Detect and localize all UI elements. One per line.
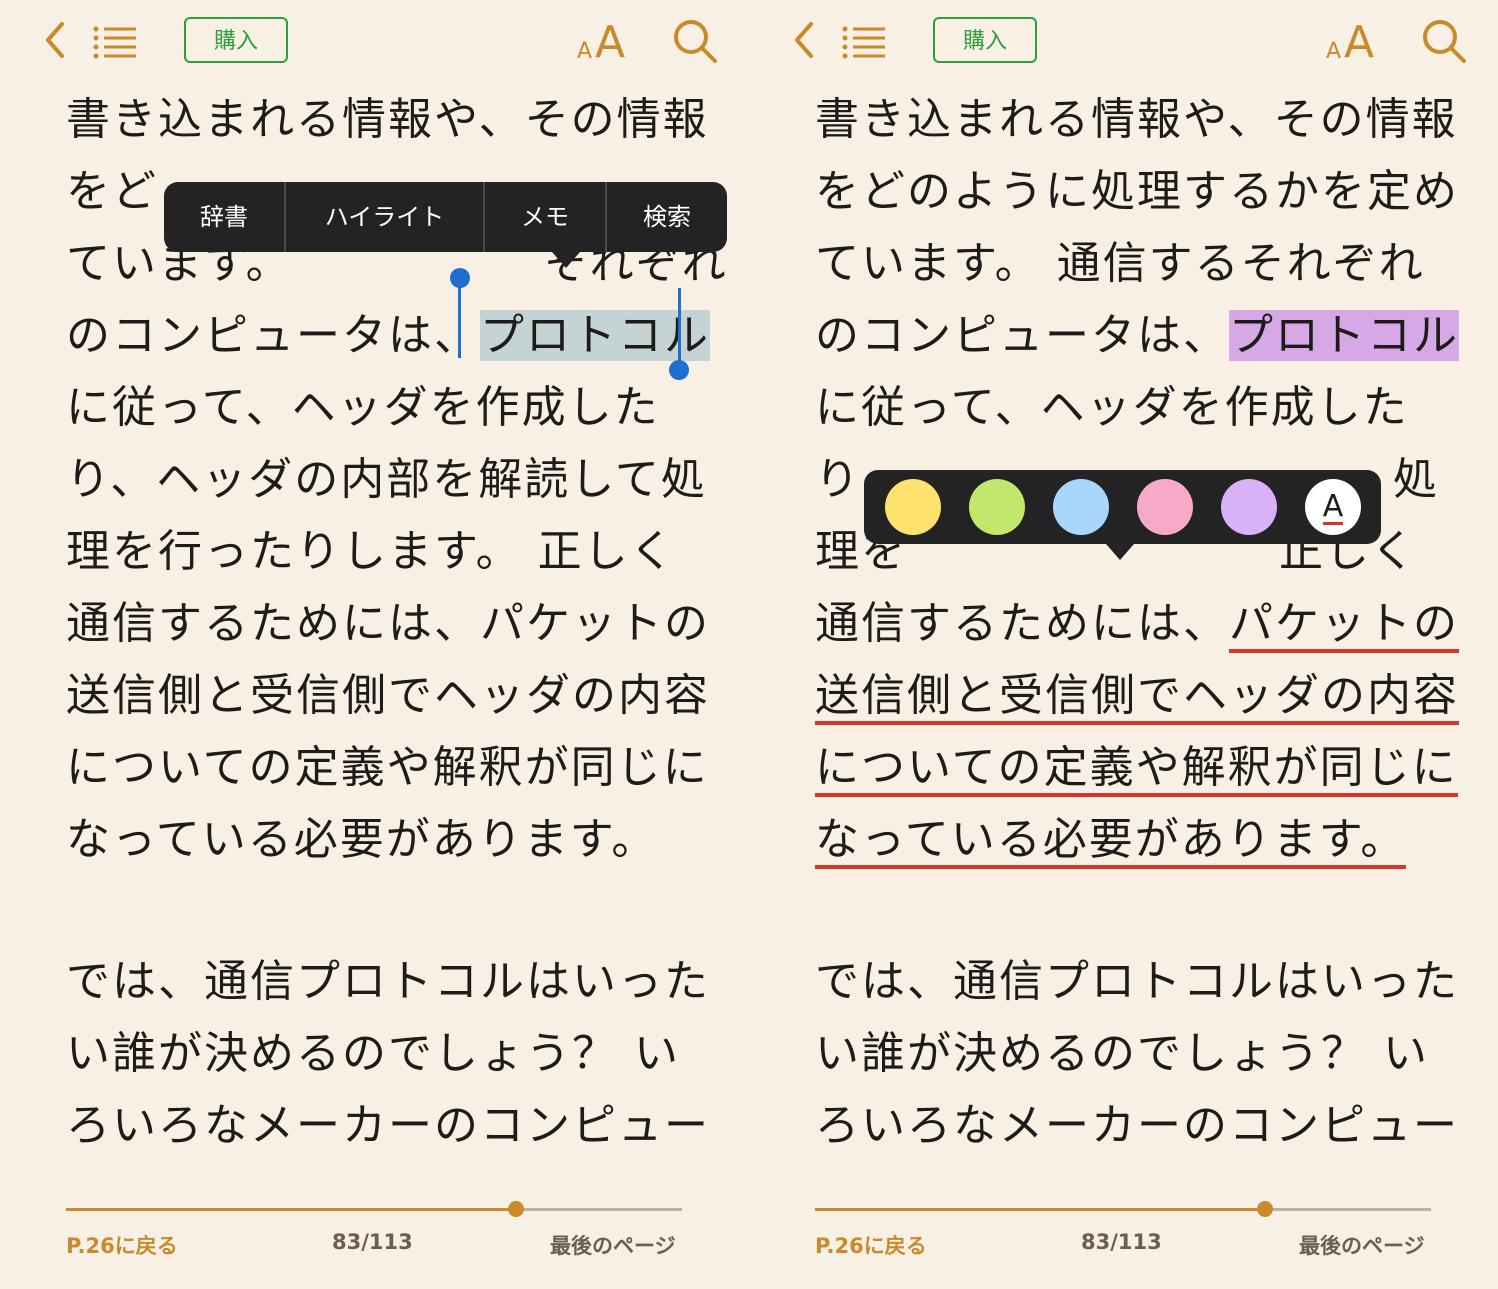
right-pane: 購入 A A 書き込まれる情報や、その情報 をどのように処理するかを定め ていま…: [749, 0, 1498, 1289]
underlined-text[interactable]: についての定義や解釈が同じに: [815, 742, 1458, 797]
selection-end-bar: [678, 288, 681, 362]
progress-fill: [66, 1208, 516, 1211]
font-small-glyph: A: [1326, 39, 1342, 64]
highlight-color-palette: A: [864, 470, 1381, 544]
page-indicator: 83/113: [1081, 1230, 1162, 1254]
text-line: ろいろなメーカーのコンピュー: [815, 1100, 1459, 1151]
highlighted-text[interactable]: プロトコル: [1229, 310, 1459, 361]
underline-style-swatch[interactable]: A: [1305, 479, 1361, 535]
blue-swatch[interactable]: [1053, 479, 1109, 535]
back-to-page-link[interactable]: P.26に戻る: [66, 1230, 178, 1260]
text-line: 送信側と受信側でヘッダの内容: [66, 670, 710, 721]
font-large-glyph: A: [595, 17, 626, 68]
search-icon[interactable]: [672, 18, 718, 64]
back-chevron-icon[interactable]: [38, 18, 74, 62]
table-of-contents-icon[interactable]: [841, 24, 887, 60]
buy-button[interactable]: 購入: [184, 17, 288, 63]
text-line: り、ヘッダの内部を解読して処: [66, 454, 707, 505]
last-page-label: 最後のページ: [550, 1234, 676, 1258]
text-fragment: 通信するためには、: [815, 598, 1229, 649]
text-line: い誰が決めるのでしょう？ い: [815, 1028, 1429, 1079]
menu-item-highlight[interactable]: ハイライト: [286, 182, 485, 252]
text-fragment: のコンピュータは、: [66, 310, 480, 361]
text-line: 通信するためには、パケットの: [815, 588, 1459, 660]
text-line: なっている必要があります。: [66, 814, 658, 865]
progress-knob[interactable]: [1256, 1201, 1273, 1217]
font-size-button[interactable]: A A: [1326, 17, 1386, 68]
table-of-contents-icon[interactable]: [92, 24, 138, 60]
text-line: ています。 通信するそれぞれ: [815, 238, 1425, 289]
text-line: についての定義や解釈が同じに: [66, 742, 709, 793]
text-line: い誰が決めるのでしょう？ い: [66, 1028, 680, 1079]
text-line: 理を行ったりします。 正しく: [66, 526, 676, 577]
last-page-label: 最後のページ: [1299, 1234, 1425, 1258]
pink-swatch[interactable]: [1137, 479, 1193, 535]
text-line: に従って、ヘッダを作成した: [815, 382, 1409, 433]
selection-start-bar: [458, 284, 461, 358]
font-large-glyph: A: [1344, 17, 1375, 68]
edit-menu: 辞書 ハイライト メモ 検索: [164, 182, 727, 252]
purple-swatch[interactable]: [1221, 479, 1277, 535]
text-fragment: をど: [66, 166, 158, 217]
underlined-text[interactable]: 送信側と受信側でヘッダの内容: [815, 670, 1459, 725]
text-line: なっている必要があります。: [815, 804, 1407, 876]
back-chevron-icon[interactable]: [787, 18, 823, 62]
menu-item-dictionary[interactable]: 辞書: [164, 182, 286, 252]
underlined-text[interactable]: パケットの: [1229, 598, 1459, 653]
font-size-button[interactable]: A A: [577, 17, 637, 68]
menu-item-memo[interactable]: メモ: [485, 182, 607, 252]
text-line: では、通信プロトコルはいった: [66, 956, 710, 1007]
search-icon[interactable]: [1421, 18, 1467, 64]
green-swatch[interactable]: [969, 479, 1025, 535]
text-line: 書き込まれる情報や、その情報: [66, 94, 709, 145]
yellow-swatch[interactable]: [885, 479, 941, 535]
selected-text[interactable]: プロトコル: [480, 310, 710, 361]
text-line: ろいろなメーカーのコンピュー: [66, 1100, 710, 1151]
progress-fill: [815, 1208, 1265, 1211]
left-pane: 購入 A A 書き込まれる情報や、その情報 をど ています。 それぞれ のコンピ…: [0, 0, 749, 1289]
text-line: 書き込まれる情報や、その情報: [815, 94, 1458, 145]
text-line: をどのように処理するかを定め: [815, 166, 1459, 217]
text-fragment: のコンピュータは、: [815, 310, 1229, 361]
text-line: のコンピュータは、プロトコル: [66, 300, 710, 372]
text-line-partial: をど: [66, 156, 158, 228]
underline-letter-icon: A: [1322, 489, 1344, 525]
font-small-glyph: A: [577, 39, 593, 64]
underlined-text[interactable]: なっている必要があります。: [815, 814, 1407, 869]
text-fragment: 処: [1393, 454, 1439, 505]
buy-button[interactable]: 購入: [933, 17, 1037, 63]
text-line: 送信側と受信側でヘッダの内容: [815, 660, 1459, 732]
page-indicator: 83/113: [332, 1230, 413, 1254]
edit-menu-arrow: [552, 252, 580, 268]
text-line: に従って、ヘッダを作成した: [66, 382, 660, 433]
selection-end-handle[interactable]: [669, 360, 689, 380]
menu-item-search[interactable]: 検索: [607, 182, 727, 252]
text-line: についての定義や解釈が同じに: [815, 732, 1458, 804]
text-line: 通信するためには、パケットの: [66, 598, 710, 649]
text-fragment: り: [815, 454, 861, 505]
text-line: のコンピュータは、プロトコル: [815, 300, 1459, 372]
back-to-page-link[interactable]: P.26に戻る: [815, 1230, 927, 1260]
palette-arrow: [1106, 544, 1134, 560]
progress-knob[interactable]: [507, 1201, 524, 1217]
text-line: では、通信プロトコルはいった: [815, 956, 1459, 1007]
